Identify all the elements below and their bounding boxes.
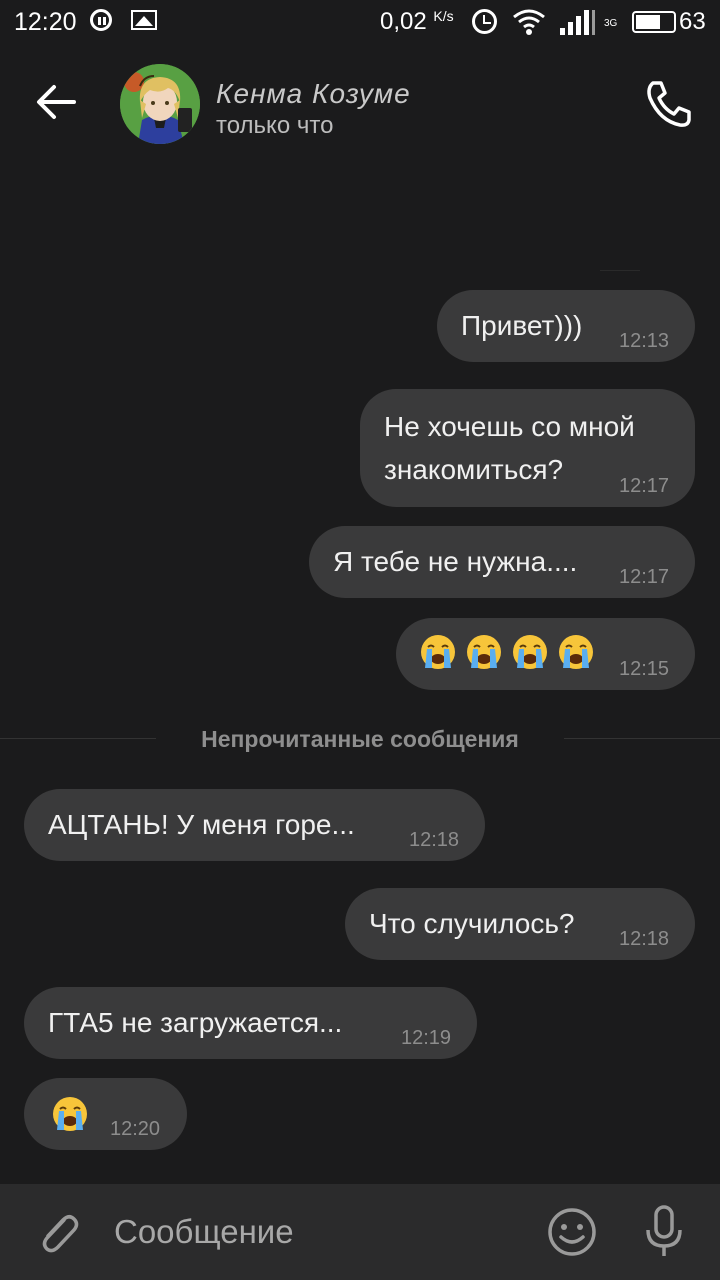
phone-icon[interactable] <box>642 78 694 130</box>
avatar[interactable] <box>120 64 200 144</box>
message-incoming[interactable]: 12:20 <box>24 1078 187 1150</box>
message-time: 12:18 <box>409 829 460 851</box>
unread-label: Непрочитанные сообщения <box>201 726 519 752</box>
back-arrow-icon[interactable] <box>34 80 78 124</box>
message-time: 12:17 <box>619 566 670 588</box>
message-outgoing[interactable]: Не хочешь со мной знакомиться? 12:17 <box>360 389 695 507</box>
message-incoming[interactable]: ГТА5 не загружается... 12:19 <box>24 987 477 1059</box>
loudly-crying-face-icon <box>421 635 455 669</box>
message-input[interactable] <box>114 1210 514 1254</box>
unread-divider: Непрочитанные сообщения <box>0 718 720 758</box>
message-time: 12:20 <box>110 1118 161 1140</box>
smiley-icon[interactable] <box>546 1206 598 1258</box>
battery-level: 63 <box>679 8 706 35</box>
battery-icon <box>632 11 676 33</box>
network-speed: 0,02 K/s <box>380 8 454 36</box>
image-icon <box>131 10 157 30</box>
emoji-row <box>52 1096 88 1139</box>
message-text: Что случилось? <box>369 908 575 939</box>
message-time: 12:18 <box>619 928 670 950</box>
message-time: 12:13 <box>619 330 670 352</box>
message-time: 12:19 <box>401 1027 452 1049</box>
network-speed-value: 0,02 <box>380 8 427 35</box>
message-time: 12:15 <box>619 658 670 680</box>
contact-name[interactable]: Кенма Козуме <box>216 78 411 110</box>
message-composer <box>0 1184 720 1280</box>
message-incoming[interactable]: АЦТАНЬ! У меня горе... 12:18 <box>24 789 485 861</box>
wifi-icon <box>513 9 545 35</box>
loudly-crying-face-icon <box>467 635 501 669</box>
contact-status: только что <box>216 112 334 139</box>
loudly-crying-face-icon <box>513 635 547 669</box>
loudly-crying-face-icon <box>53 1097 87 1131</box>
network-type: 3G <box>604 18 618 29</box>
status-time: 12:20 <box>14 8 77 36</box>
message-text: АЦТАНЬ! У меня горе... <box>48 809 355 840</box>
microphone-icon[interactable] <box>640 1204 688 1260</box>
paperclip-icon[interactable] <box>34 1208 82 1256</box>
message-outgoing[interactable]: Привет))) 12:13 <box>437 290 695 362</box>
message-time: 12:17 <box>619 475 670 497</box>
signal-icon <box>560 10 595 35</box>
message-outgoing[interactable]: Что случилось? 12:18 <box>345 888 695 960</box>
status-bar: 12:20 0,02 K/s 3G 63 <box>0 0 720 44</box>
avatar-image <box>120 64 200 144</box>
message-outgoing[interactable]: 12:15 <box>396 618 695 690</box>
divider-line <box>564 738 720 739</box>
network-speed-unit: K/s <box>433 8 454 24</box>
message-text: Я тебе не нужна.... <box>333 546 578 577</box>
pause-icon <box>90 9 112 31</box>
alarm-icon <box>472 9 497 34</box>
message-text: ГТА5 не загружается... <box>48 1007 343 1038</box>
chat-header: Кенма Козуме только что <box>0 44 720 164</box>
emoji-row <box>420 634 594 670</box>
divider <box>600 270 640 271</box>
message-outgoing[interactable]: Я тебе не нужна.... 12:17 <box>309 526 695 598</box>
loudly-crying-face-icon <box>559 635 593 669</box>
message-text: Привет))) <box>461 310 583 341</box>
